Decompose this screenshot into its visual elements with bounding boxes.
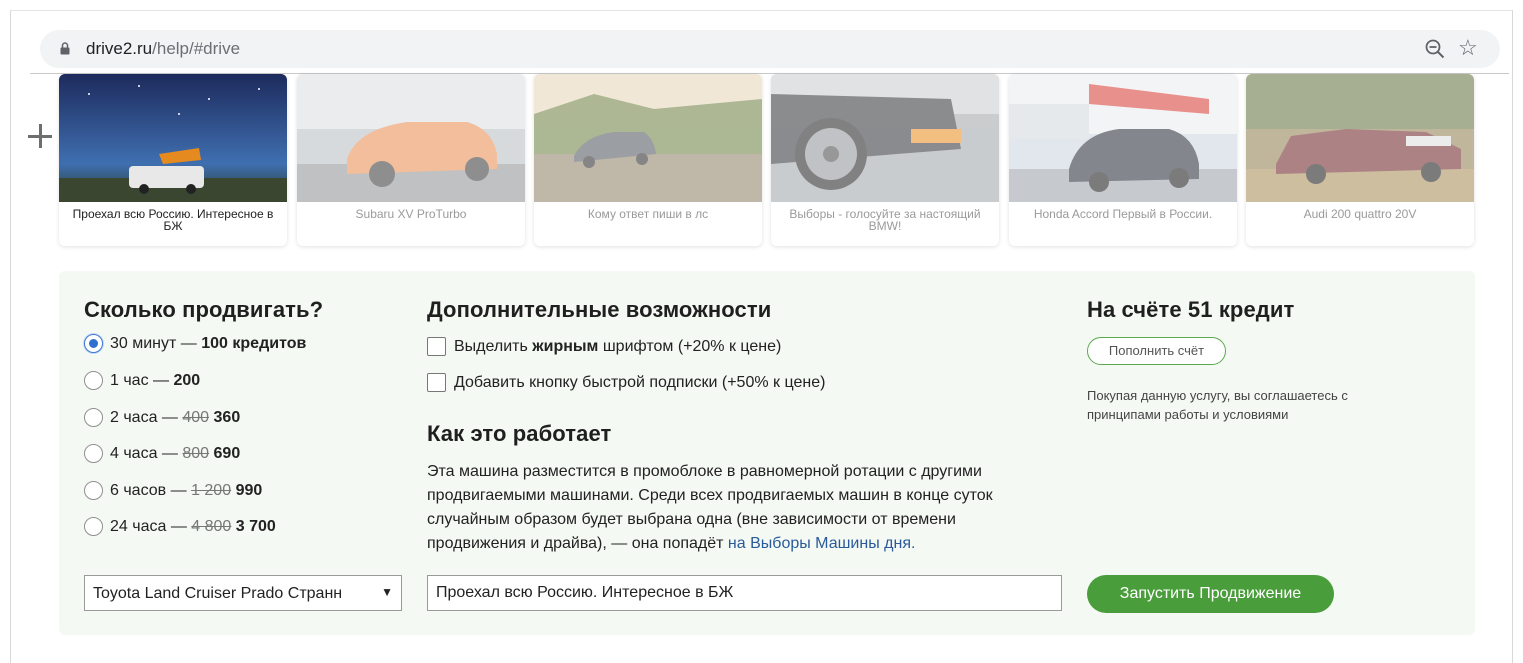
car-photo: [534, 74, 762, 202]
how-it-works-text: Эта машина разместится в промоблоке в ра…: [427, 463, 993, 552]
car-photo: [1009, 74, 1237, 202]
car-photo: [771, 74, 999, 202]
checkbox[interactable]: [427, 337, 446, 356]
radio-button[interactable]: [84, 517, 103, 536]
lock-icon: [60, 42, 70, 55]
card-caption: Кому ответ пиши в лс: [587, 207, 709, 221]
option-label: 1 час — 200: [110, 372, 201, 389]
terms-note: Покупая данную услугу, вы соглашаетесь с…: [1087, 388, 1348, 422]
option-label: Выделить жирным шрифтом (+20% к цене): [454, 338, 782, 355]
option-label: 2 часа — 400 360: [110, 409, 241, 426]
checkbox[interactable]: [427, 373, 446, 392]
option-label: 24 часа — 4 800 3 700: [110, 518, 276, 535]
promo-card[interactable]: Проехал всю Россию. Интересное в БЖ: [59, 74, 287, 246]
promo-card[interactable]: Honda Accord Первый в России.: [1009, 74, 1237, 246]
how-it-works-title: Как это работает: [427, 421, 612, 446]
car-photo: [59, 74, 287, 202]
car-select-value: Toyota Land Cruiser Prado Странн: [93, 585, 343, 602]
option-label: 6 часов — 1 200 990: [110, 482, 263, 499]
plus-icon[interactable]: [28, 124, 54, 150]
promo-card[interactable]: Выборы - голосуйте за настоящий BMW!: [771, 74, 999, 246]
radio-button[interactable]: [84, 334, 103, 353]
card-caption: Audi 200 quattro 20V: [1303, 207, 1417, 221]
extras-title: Дополнительные возможности: [427, 297, 772, 322]
card-caption: Honda Accord Первый в России.: [1033, 207, 1213, 221]
duration-title: Сколько продвигать?: [84, 297, 324, 322]
url-text[interactable]: drive2.ru/help/#drive: [86, 39, 240, 59]
car-select[interactable]: Toyota Land Cruiser Prado Странн ▼: [84, 575, 402, 611]
promo-text-input[interactable]: [427, 575, 1062, 611]
option-label: Добавить кнопку быстрой подписки (+50% к…: [454, 374, 826, 391]
card-caption: Выборы - голосуйте за настоящий BMW!: [789, 207, 981, 233]
address-bar[interactable]: drive2.ru/help/#drive ☆: [40, 30, 1500, 68]
promo-card[interactable]: Subaru XV ProTurbo: [297, 74, 525, 246]
promo-card[interactable]: Audi 200 quattro 20V: [1246, 74, 1474, 246]
chevron-down-icon: ▼: [381, 585, 393, 599]
card-caption: Проехал всю Россию. Интересное в БЖ: [72, 207, 274, 233]
option-label: 30 минут — 100 кредитов: [110, 335, 307, 352]
radio-button[interactable]: [84, 371, 103, 390]
car-of-the-day-link[interactable]: на Выборы Машины дня.: [728, 535, 916, 552]
radio-button[interactable]: [84, 408, 103, 427]
radio-button[interactable]: [84, 481, 103, 500]
topup-button[interactable]: Пополнить счёт: [1087, 337, 1226, 365]
promo-card[interactable]: Кому ответ пиши в лс: [534, 74, 762, 246]
url-path: /help/#drive: [152, 39, 241, 58]
launch-promotion-button[interactable]: Запустить Продвижение: [1087, 575, 1334, 613]
radio-button[interactable]: [84, 444, 103, 463]
car-photo: [1246, 74, 1474, 202]
card-caption: Subaru XV ProTurbo: [355, 207, 467, 221]
option-label: 4 часа — 800 690: [110, 445, 241, 462]
car-photo: [297, 74, 525, 202]
url-host: drive2.ru: [86, 39, 153, 58]
star-icon[interactable]: ☆: [1458, 35, 1478, 61]
zoom-out-icon[interactable]: [1424, 38, 1446, 60]
balance-title: На счёте 51 кредит: [1087, 297, 1295, 322]
